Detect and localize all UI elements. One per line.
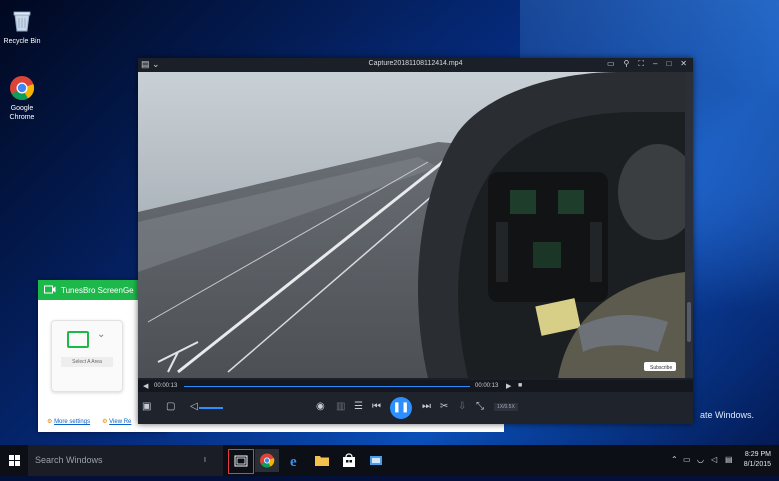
edge-icon: e — [290, 454, 297, 470]
close-icon[interactable]: ✕ — [680, 59, 687, 69]
video-player-window: ▤ ⌄ Capture20181108112414.mp4 ▭ ⚲ ⛶ – □ … — [138, 58, 693, 424]
video-watermark: Subscribe — [650, 365, 672, 371]
camera-icon — [44, 285, 56, 296]
monitor-icon — [67, 331, 89, 348]
taskbar-chrome[interactable] — [255, 449, 279, 472]
message-icon[interactable]: ▤ — [725, 455, 733, 464]
chevron-down-icon[interactable]: ⌄ — [97, 329, 105, 340]
network-icon[interactable]: ▭ — [683, 455, 691, 464]
start-button[interactable] — [0, 445, 28, 476]
download-icon[interactable]: ⇩ — [458, 401, 466, 412]
fullscreen-icon[interactable]: ⛶ — [638, 59, 644, 69]
taskbar: Search Windows I e ⌃ ▭ ◡ ◁ ▤ 8:29 PM 8/1… — [0, 445, 779, 476]
search-box[interactable]: Search Windows I — [28, 445, 223, 476]
seek-bar-row: ◀ 00:00:13 00:00:13 ▶ ■ — [138, 380, 693, 392]
clock-date: 8/1/2015 — [743, 461, 771, 468]
system-tray: ⌃ ▭ ◡ ◁ ▤ 8:29 PM 8/1/2015 — [669, 445, 779, 476]
select-area-card[interactable]: ⌄ Select A Area — [51, 320, 123, 392]
gear-icon: ⚙ — [102, 419, 108, 425]
chrome-icon — [260, 453, 275, 468]
wifi-icon[interactable]: ◡ — [697, 455, 704, 464]
desktop-icon-label: Recycle Bin — [3, 38, 41, 45]
taskbar-store[interactable] — [337, 449, 361, 472]
step-back-icon[interactable]: ◀ — [143, 382, 148, 390]
eye-icon[interactable]: ◉ — [316, 401, 325, 412]
current-time: 00:00:13 — [154, 383, 178, 389]
player-title-bar: ▤ ⌄ Capture20181108112414.mp4 ▭ ⚲ ⛶ – □ … — [138, 58, 693, 72]
step-forward-icon[interactable]: ▶ — [506, 382, 511, 390]
chrome-icon — [9, 75, 35, 101]
volume-slider[interactable] — [199, 407, 223, 409]
cursor-icon: I — [204, 457, 206, 464]
video-frame[interactable]: Subscribe — [138, 72, 685, 378]
resize-icon[interactable]: ⤡ — [476, 401, 484, 412]
taskbar-recorder-app[interactable] — [364, 449, 388, 472]
cockpit-video-image: Subscribe — [138, 72, 685, 378]
chevron-up-icon[interactable]: ⌃ — [671, 455, 678, 464]
taskbar-file-explorer[interactable] — [310, 449, 334, 472]
desktop-icon-google-chrome[interactable]: Google Chrome — [0, 75, 44, 122]
screen-recorder-icon — [370, 456, 382, 465]
store-icon — [343, 453, 355, 467]
search-placeholder: Search Windows — [35, 455, 103, 465]
view-recordings-link[interactable]: ⚙ View Re — [102, 418, 131, 425]
window-controls: ▭ ⚲ ⛶ – □ ✕ — [607, 59, 687, 69]
windows-logo-icon — [9, 455, 20, 466]
previous-icon[interactable]: ⏮ — [372, 401, 381, 412]
screenshot-icon[interactable]: ▣ — [142, 401, 151, 412]
stop-icon[interactable]: ■ — [518, 382, 522, 389]
activate-windows-watermark: ate Windows. — [700, 410, 755, 420]
recycle-bin-icon — [9, 8, 35, 34]
cut-icon[interactable]: ✂ — [440, 401, 448, 412]
next-icon[interactable]: ⏭ — [422, 401, 431, 412]
more-settings-link[interactable]: ⚙ More settings — [47, 418, 90, 425]
maximize-icon[interactable]: □ — [666, 59, 671, 69]
speed-badge[interactable]: 1X/0.5X — [494, 403, 518, 411]
speaker-icon[interactable]: ◁ — [711, 455, 717, 464]
recorder-footer: ⚙ More settings ⚙ View Re — [47, 418, 131, 425]
taskbar-edge[interactable]: e — [283, 449, 307, 472]
player-controls: ▣ ▢ ◁ ◉ ▥ ☰ ⏮ ❚❚ ⏭ ✂ ⇩ ⤡ 1X/0.5X — [138, 392, 693, 424]
progress-bar[interactable] — [184, 386, 470, 387]
volume-icon[interactable]: ◁ — [190, 401, 198, 412]
task-view-icon — [234, 455, 248, 467]
scrollbar-thumb[interactable] — [687, 302, 691, 342]
vertical-scrollbar[interactable] — [685, 72, 693, 378]
svg-text:e: e — [290, 454, 297, 470]
open-folder-icon[interactable]: ▢ — [166, 401, 175, 412]
feedback-icon[interactable]: ▭ — [607, 59, 615, 69]
clock[interactable]: 8:29 PM 8/1/2015 — [744, 450, 771, 470]
select-area-label: Select A Area — [61, 357, 113, 367]
audio-track-icon[interactable]: ▥ — [336, 401, 345, 412]
pause-button[interactable]: ❚❚ — [390, 397, 412, 419]
total-time: 00:00:13 — [475, 383, 499, 389]
folder-icon — [315, 456, 329, 466]
recorder-title: TunesBro ScreenGe — [61, 285, 134, 295]
minimize-icon[interactable]: – — [653, 59, 657, 69]
clock-time: 8:29 PM — [744, 451, 771, 458]
pin-icon[interactable]: ⚲ — [624, 59, 630, 69]
equalizer-icon[interactable]: ☰ — [354, 401, 363, 412]
desktop-icon-label: Google Chrome — [9, 105, 35, 121]
desktop-icon-recycle-bin[interactable]: Recycle Bin — [0, 8, 44, 46]
gear-icon: ⚙ — [47, 419, 53, 425]
task-view-button[interactable] — [228, 449, 254, 474]
